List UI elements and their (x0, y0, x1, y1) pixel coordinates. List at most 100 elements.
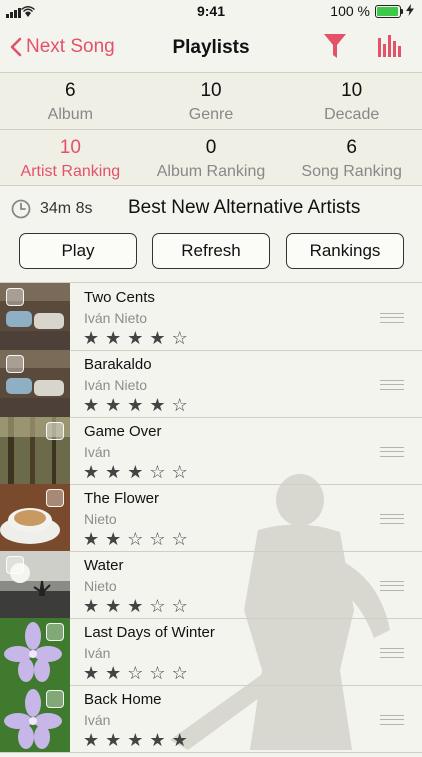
equalizer-icon[interactable] (378, 35, 404, 62)
song-list: Two Cents Iván Nieto ★★★★☆ Barakaldo Ivá… (0, 282, 422, 753)
count: 10 (59, 137, 81, 158)
star-rating[interactable]: ★★★★☆ (83, 395, 194, 416)
count: 0 (205, 137, 217, 158)
star-filled-icon[interactable]: ★ (83, 529, 105, 549)
star-filled-icon[interactable]: ★ (83, 462, 105, 482)
star-filled-icon[interactable]: ★ (83, 663, 105, 683)
album-ranking-cell[interactable]: 0 Album Ranking (141, 130, 282, 186)
song-row[interactable]: Water Nieto ★★★☆☆ (0, 551, 422, 619)
star-filled-icon[interactable]: ★ (149, 730, 171, 750)
genre-count-cell[interactable]: 10 Genre (141, 73, 282, 129)
star-rating[interactable]: ★★★★★ (83, 730, 194, 751)
count: 10 (341, 80, 363, 101)
star-empty-icon[interactable]: ☆ (172, 462, 194, 482)
playlist-badge-icon (6, 355, 24, 373)
song-row[interactable]: Back Home Iván ★★★★★ (0, 685, 422, 753)
song-row[interactable]: Barakaldo Iván Nieto ★★★★☆ (0, 350, 422, 418)
song-artist: Iván (84, 444, 111, 460)
song-artist: Nieto (84, 578, 117, 594)
star-empty-icon[interactable]: ☆ (149, 596, 171, 616)
star-filled-icon[interactable]: ★ (172, 730, 194, 750)
star-empty-icon[interactable]: ☆ (127, 663, 149, 683)
star-filled-icon[interactable]: ★ (105, 730, 127, 750)
label: Song Ranking (301, 163, 402, 180)
battery-icon (375, 4, 403, 18)
clock-icon (11, 199, 31, 224)
star-empty-icon[interactable]: ☆ (149, 529, 171, 549)
refresh-button[interactable]: Refresh (152, 233, 270, 269)
star-filled-icon[interactable]: ★ (105, 529, 127, 549)
drag-handle-icon[interactable] (380, 380, 404, 390)
artist-ranking-cell[interactable]: 10 Artist Ranking (0, 130, 141, 186)
star-rating[interactable]: ★★★☆☆ (83, 596, 194, 617)
playlist-summary: 6 Album 10 Genre 10 Decade 10 Artist Ranking… (0, 72, 422, 186)
album-count-cell[interactable]: 6 Album (0, 73, 141, 129)
playlist-name: Best New Alternative Artists (128, 197, 361, 218)
label: Album (47, 106, 94, 123)
song-row[interactable]: Game Over Iván ★★★☆☆ (0, 417, 422, 485)
star-empty-icon[interactable]: ☆ (172, 596, 194, 616)
song-ranking-cell[interactable]: 6 Song Ranking (281, 130, 422, 186)
star-filled-icon[interactable]: ★ (127, 395, 149, 415)
star-filled-icon[interactable]: ★ (105, 328, 127, 348)
action-buttons: Play Refresh Rankings (0, 233, 422, 269)
song-title: Barakaldo (84, 356, 152, 373)
star-filled-icon[interactable]: ★ (83, 730, 105, 750)
charging-icon (406, 3, 414, 19)
drag-handle-icon[interactable] (380, 715, 404, 725)
battery-percent: 100 % (330, 3, 370, 19)
drag-handle-icon[interactable] (380, 514, 404, 524)
star-filled-icon[interactable]: ★ (149, 328, 171, 348)
star-rating[interactable]: ★★☆☆☆ (83, 663, 194, 684)
playlist-badge-icon (46, 422, 64, 440)
drag-handle-icon[interactable] (380, 447, 404, 457)
song-row[interactable]: Last Days of Winter Iván ★★☆☆☆ (0, 618, 422, 686)
song-artist: Iván Nieto (84, 310, 148, 326)
play-button[interactable]: Play (19, 233, 137, 269)
star-rating[interactable]: ★★☆☆☆ (83, 529, 194, 550)
song-row[interactable]: The Flower Nieto ★★☆☆☆ (0, 484, 422, 552)
label: Decade (324, 106, 380, 123)
filter-icon[interactable] (324, 34, 346, 63)
star-filled-icon[interactable]: ★ (127, 328, 149, 348)
star-filled-icon[interactable]: ★ (127, 730, 149, 750)
drag-handle-icon[interactable] (380, 581, 404, 591)
drag-handle-icon[interactable] (380, 648, 404, 658)
star-empty-icon[interactable]: ☆ (149, 663, 171, 683)
song-row[interactable]: Two Cents Iván Nieto ★★★★☆ (0, 283, 422, 351)
star-empty-icon[interactable]: ☆ (172, 395, 194, 415)
star-filled-icon[interactable]: ★ (105, 596, 127, 616)
star-filled-icon[interactable]: ★ (105, 663, 127, 683)
playlist-badge-icon (46, 690, 64, 708)
star-filled-icon[interactable]: ★ (83, 395, 105, 415)
star-filled-icon[interactable]: ★ (105, 462, 127, 482)
star-filled-icon[interactable]: ★ (127, 596, 149, 616)
star-filled-icon[interactable]: ★ (149, 395, 171, 415)
playlist-badge-icon (6, 556, 24, 574)
star-empty-icon[interactable]: ☆ (172, 663, 194, 683)
decade-count-cell[interactable]: 10 Decade (281, 73, 422, 129)
summary-row: 6 Album 10 Genre 10 Decade (0, 73, 422, 129)
star-empty-icon[interactable]: ☆ (127, 529, 149, 549)
star-empty-icon[interactable]: ☆ (172, 529, 194, 549)
star-empty-icon[interactable]: ☆ (149, 462, 171, 482)
song-title: Back Home (84, 691, 162, 708)
playlist-badge-icon (6, 288, 24, 306)
star-rating[interactable]: ★★★☆☆ (83, 462, 194, 483)
rankings-button[interactable]: Rankings (286, 233, 404, 269)
drag-handle-icon[interactable] (380, 313, 404, 323)
star-filled-icon[interactable]: ★ (83, 596, 105, 616)
playlist-header: 34m 8s Best New Alternative Artists (0, 196, 422, 222)
song-title: Two Cents (84, 289, 155, 306)
count: 6 (65, 80, 76, 101)
star-filled-icon[interactable]: ★ (127, 462, 149, 482)
song-artist: Iván Nieto (84, 377, 148, 393)
summary-row: 10 Artist Ranking 0 Album Ranking 6 Song Ra… (0, 129, 422, 186)
star-filled-icon[interactable]: ★ (83, 328, 105, 348)
song-title: Game Over (84, 423, 162, 440)
navigation-bar: Next Song Playlists (0, 26, 422, 70)
star-filled-icon[interactable]: ★ (105, 395, 127, 415)
status-bar: 9:41 100 % (0, 0, 422, 22)
star-empty-icon[interactable]: ☆ (172, 328, 194, 348)
star-rating[interactable]: ★★★★☆ (83, 328, 194, 349)
